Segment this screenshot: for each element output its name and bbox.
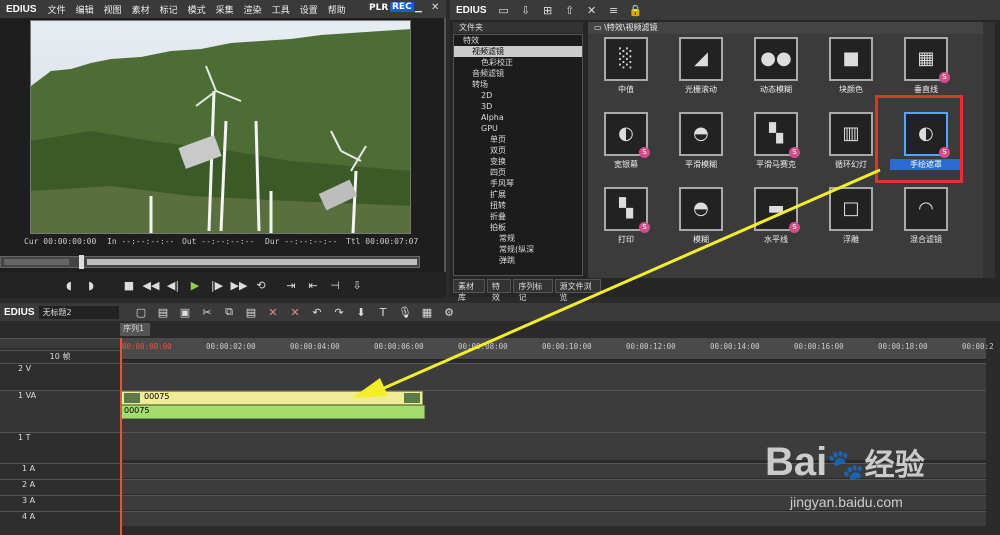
paw-icon: 🐾 [827, 449, 865, 482]
watermark-brand: Bai🐾经验 [765, 440, 925, 484]
watermark-url: jingyan.baidu.com [790, 494, 903, 510]
